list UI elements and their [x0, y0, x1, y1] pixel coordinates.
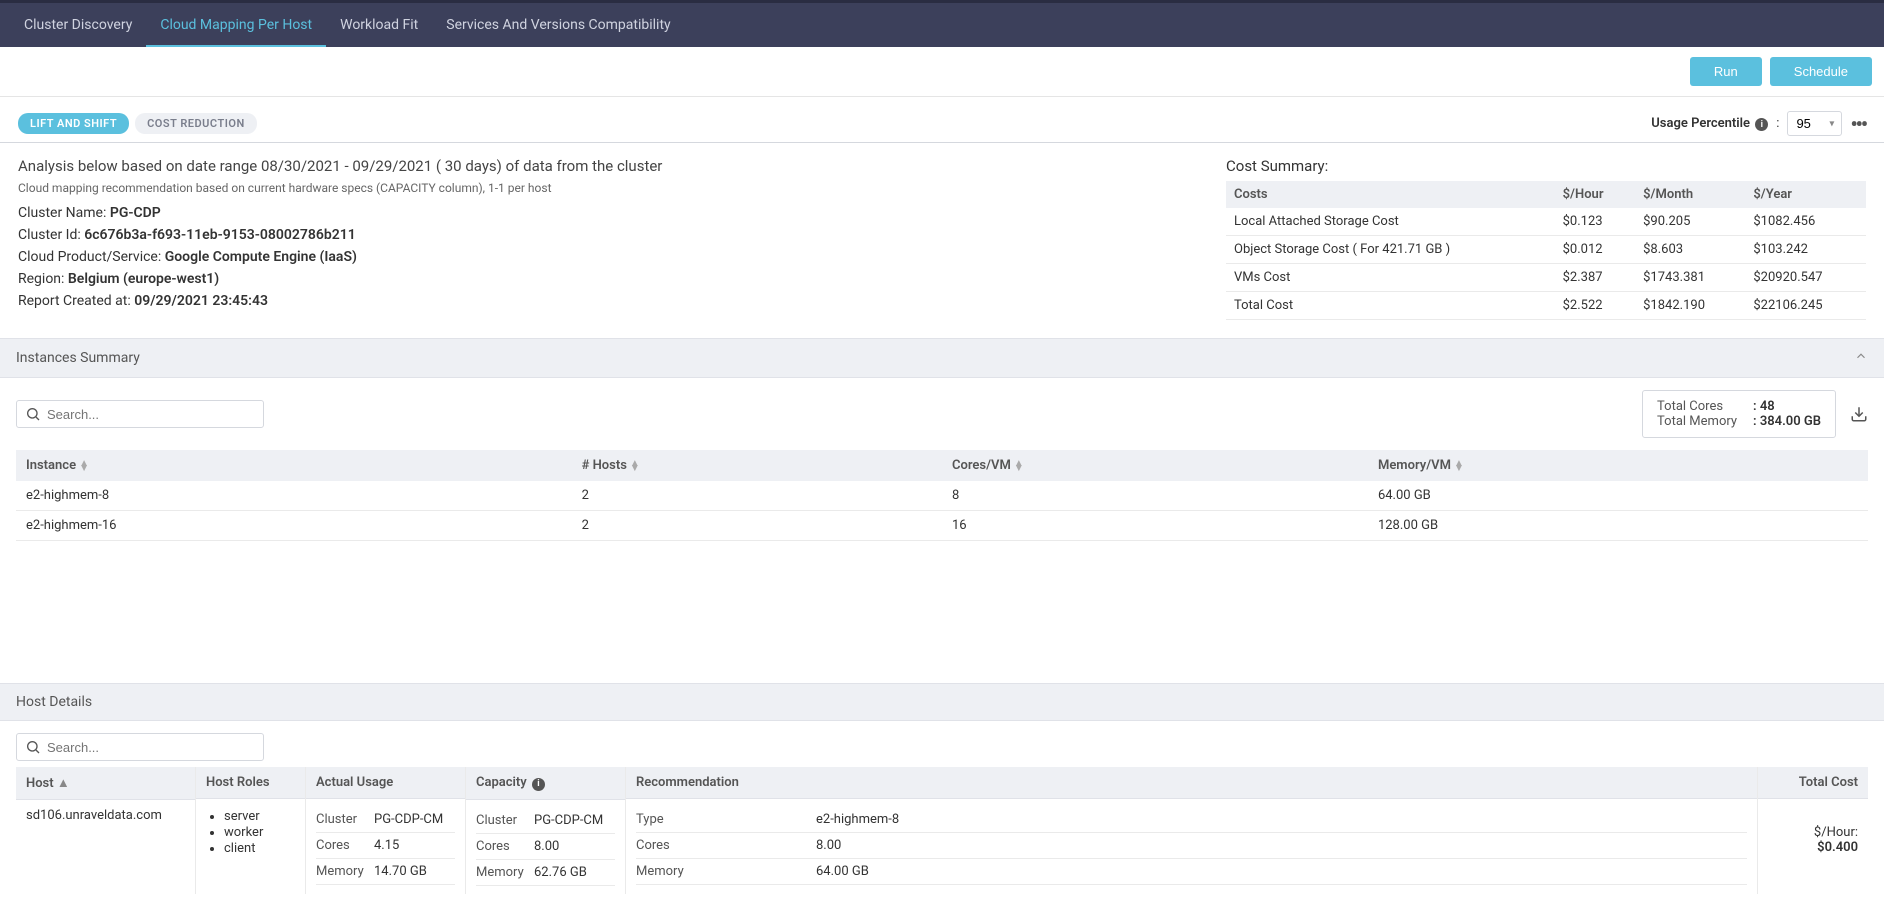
instances-table: Instance▲▼ # Hosts▲▼ Cores/VM▲▼ Memory/V… [16, 450, 1868, 541]
cost-summary: Cost Summary: Costs $/Hour $/Month $/Yea… [1226, 157, 1866, 320]
cluster-name: Cluster Name: PG-CDP [18, 205, 1186, 221]
usage-percentile-select[interactable]: 95 [1787, 111, 1842, 136]
tab-services-compat[interactable]: Services And Versions Compatibility [432, 3, 684, 47]
host-roles-list: server worker client [206, 809, 295, 856]
kv-row: Cores4.15 [316, 833, 455, 859]
col-memory[interactable]: Memory/VM▲▼ [1368, 450, 1868, 481]
info-icon[interactable]: i [1755, 118, 1768, 131]
col-capacity: Capacity i [466, 767, 625, 800]
tab-cluster-discovery[interactable]: Cluster Discovery [10, 3, 146, 47]
kv-row: Memory14.70 GB [316, 859, 455, 885]
cost-hour-label: $/Hour: [1768, 825, 1858, 840]
pill-cost-reduction[interactable]: COST REDUCTION [135, 113, 257, 134]
totals-box: Total Cores: 48 Total Memory: 384.00 GB [1642, 390, 1836, 438]
kv-row: Typee2-highmem-8 [636, 807, 1747, 833]
instances-summary-header: Instances Summary [0, 338, 1884, 378]
host-name: sd106.unraveldata.com [16, 800, 195, 831]
col-hosts[interactable]: # Hosts▲▼ [572, 450, 942, 481]
nav-tabs: Cluster Discovery Cloud Mapping Per Host… [0, 3, 1884, 47]
search-icon [25, 406, 41, 422]
export-icon[interactable] [1850, 405, 1868, 423]
analysis-subtitle: Cloud mapping recommendation based on cu… [18, 181, 1186, 195]
mode-pill-row: LIFT AND SHIFT COST REDUCTION Usage Perc… [0, 97, 1884, 143]
table-row: e2-highmem-82864.00 GB [16, 481, 1868, 511]
host-search-input[interactable] [47, 740, 255, 755]
host-details-table: Host ▲ sd106.unraveldata.com Host Roles … [16, 767, 1868, 894]
usage-percentile-label: Usage Percentile i [1651, 116, 1768, 132]
search-icon [25, 739, 41, 755]
col-host[interactable]: Host ▲ [16, 767, 195, 800]
analysis-info: Analysis below based on date range 08/30… [18, 157, 1186, 320]
cost-summary-title: Cost Summary: [1226, 157, 1866, 175]
cost-summary-table: Costs $/Hour $/Month $/Year Local Attach… [1226, 181, 1866, 320]
col-instance[interactable]: Instance▲▼ [16, 450, 572, 481]
report-created: Report Created at: 09/29/2021 23:45:43 [18, 293, 1186, 309]
schedule-button[interactable]: Schedule [1770, 57, 1872, 86]
cluster-id: Cluster Id: 6c676b3a-f693-11eb-9153-0800… [18, 227, 1186, 243]
cloud-product: Cloud Product/Service: Google Compute En… [18, 249, 1186, 265]
host-search[interactable] [16, 733, 264, 761]
tab-cloud-mapping[interactable]: Cloud Mapping Per Host [146, 3, 326, 47]
kv-row: ClusterPG-CDP-CM [476, 808, 615, 834]
col-cores[interactable]: Cores/VM▲▼ [942, 450, 1368, 481]
host-details-header: Host Details [0, 683, 1884, 721]
col-actual-usage: Actual Usage [306, 767, 465, 799]
tab-workload-fit[interactable]: Workload Fit [326, 3, 432, 47]
col-recommendation: Recommendation [626, 767, 1757, 799]
col-total-cost: Total Cost [1758, 767, 1868, 799]
collapse-icon[interactable] [1854, 349, 1868, 367]
table-row: Total Cost$2.522$1842.190$22106.245 [1226, 292, 1866, 320]
run-button[interactable]: Run [1690, 57, 1762, 86]
table-row: e2-highmem-16216128.00 GB [16, 511, 1868, 541]
action-bar: Run Schedule [0, 47, 1884, 97]
instances-search-input[interactable] [47, 407, 255, 422]
kv-row: Memory64.00 GB [636, 859, 1747, 885]
table-row: Object Storage Cost ( For 421.71 GB )$0.… [1226, 236, 1866, 264]
table-row: Local Attached Storage Cost$0.123$90.205… [1226, 208, 1866, 236]
kv-row: ClusterPG-CDP-CM [316, 807, 455, 833]
kv-row: Cores8.00 [476, 834, 615, 860]
col-host-roles: Host Roles [196, 767, 305, 799]
kv-row: Cores8.00 [636, 833, 1747, 859]
cost-hour-value: $0.400 [1768, 840, 1858, 855]
more-menu-icon[interactable]: ••• [1850, 112, 1866, 136]
analysis-title: Analysis below based on date range 08/30… [18, 157, 1186, 175]
kv-row: Memory62.76 GB [476, 860, 615, 886]
info-icon[interactable]: i [532, 778, 545, 791]
region: Region: Belgium (europe-west1) [18, 271, 1186, 287]
table-row: VMs Cost$2.387$1743.381$20920.547 [1226, 264, 1866, 292]
pill-lift-and-shift[interactable]: LIFT AND SHIFT [18, 113, 129, 134]
instances-search[interactable] [16, 400, 264, 428]
